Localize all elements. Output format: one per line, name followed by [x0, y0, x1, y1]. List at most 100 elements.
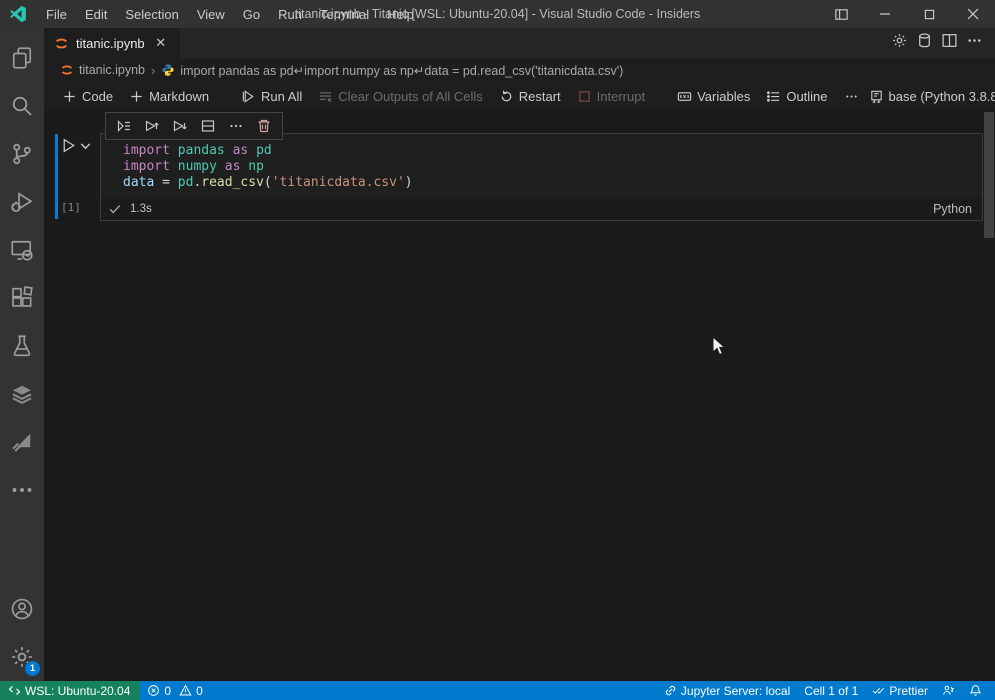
cell-status-bar: 1.3s Python	[101, 197, 982, 220]
editor-tab-bar: titanic.ipynb ✕	[44, 28, 995, 58]
variables-button[interactable]: Variables	[671, 86, 756, 107]
code-line[interactable]: import numpy as np	[123, 159, 982, 175]
mouse-cursor	[712, 336, 726, 356]
source-control-icon[interactable]	[0, 130, 44, 178]
run-all-button[interactable]: Run All	[235, 86, 308, 107]
formatter-label: Prettier	[889, 683, 928, 698]
vscode-insiders-logo-icon	[10, 5, 26, 23]
cell-hover-toolbar	[105, 112, 283, 140]
settings-gear-icon[interactable]: 1	[0, 633, 44, 681]
execute-above-cells-icon[interactable]	[140, 114, 164, 138]
explorer-icon[interactable]	[0, 34, 44, 82]
warnings-icon	[179, 684, 192, 696]
outline-button[interactable]: Outline	[760, 86, 833, 107]
feedback-icon[interactable]	[935, 681, 962, 700]
menu-run[interactable]: Run	[269, 3, 311, 26]
restart-kernel-button[interactable]: Restart	[493, 86, 567, 107]
problems-indicator[interactable]: 0 0	[140, 681, 209, 700]
maximize-button[interactable]	[907, 0, 951, 28]
run-cell-button[interactable]	[60, 137, 94, 154]
remote-label: WSL: Ubuntu-20.04	[25, 683, 131, 698]
restart-icon	[501, 90, 512, 101]
jupyter-server-indicator[interactable]: Jupyter Server: local	[657, 681, 797, 700]
breadcrumb: titanic.ipynb › import pandas as pd↵impo…	[44, 58, 995, 82]
menu-edit[interactable]: Edit	[76, 3, 116, 26]
menu-file[interactable]: File	[37, 3, 76, 26]
testing-icon[interactable]	[0, 322, 44, 370]
interrupt-kernel-button[interactable]: Interrupt	[571, 86, 651, 107]
cell-more-actions-icon[interactable]	[224, 114, 248, 138]
cell-position-label: Cell 1 of 1	[804, 683, 859, 698]
variables-label: Variables	[697, 88, 751, 104]
code-lines[interactable]: import pandas as pd import numpy as np dat…	[101, 134, 982, 197]
execute-cell-and-below-icon[interactable]	[168, 114, 192, 138]
more-views-icon[interactable]	[0, 466, 44, 514]
activity-bar: 1	[0, 28, 44, 681]
variables-icon	[677, 91, 692, 101]
menu-go[interactable]: Go	[234, 3, 269, 26]
split-editor-icon[interactable]	[941, 32, 958, 54]
errors-count: 0	[164, 683, 172, 698]
toolbar-more-actions-icon[interactable]	[838, 86, 865, 107]
menu-selection[interactable]: Selection	[116, 3, 187, 26]
menu-terminal[interactable]: Terminal	[311, 3, 378, 26]
jupyter-icon	[61, 65, 73, 75]
jupyter-icon	[56, 38, 67, 48]
run-options-chevron-icon[interactable]	[77, 137, 94, 154]
execution-duration: 1.3s	[130, 202, 152, 215]
notifications-bell-icon[interactable]	[962, 681, 989, 700]
tab-titanic-ipynb[interactable]: titanic.ipynb ✕	[44, 28, 180, 58]
notebook-settings-gear-icon[interactable]	[891, 32, 908, 54]
layers-icon[interactable]	[0, 370, 44, 418]
notebook-toolbar: Code Markdown Run All Clear Outputs of A…	[44, 82, 995, 110]
kernel-picker[interactable]: base (Python 3.8.8)	[869, 89, 995, 104]
clear-outputs-button[interactable]: Clear Outputs of All Cells	[312, 86, 489, 107]
double-check-icon	[872, 687, 885, 694]
interrupt-label: Interrupt	[596, 88, 646, 104]
delete-cell-icon[interactable]	[252, 114, 276, 138]
breadcrumb-cell-summary[interactable]: import pandas as pd↵import numpy as np↵d…	[180, 63, 623, 78]
clear-outputs-label: Clear Outputs of All Cells	[338, 88, 483, 104]
add-code-cell-button[interactable]: Code	[56, 86, 119, 107]
minimize-button[interactable]	[863, 0, 907, 28]
editor-more-actions-icon[interactable]	[966, 32, 983, 54]
run-debug-icon[interactable]	[0, 178, 44, 226]
send-arrow-icon[interactable]	[0, 418, 44, 466]
menu-help[interactable]: Help	[378, 3, 423, 26]
status-bar: WSL: Ubuntu-20.04 0 0 Jupyter Server: lo…	[0, 681, 995, 700]
split-cell-icon[interactable]	[196, 114, 220, 138]
extensions-icon[interactable]	[0, 274, 44, 322]
rollback-database-icon[interactable]	[916, 32, 933, 54]
add-markdown-cell-button[interactable]: Markdown	[123, 86, 215, 107]
run-all-icon	[242, 89, 254, 103]
formatter-indicator[interactable]: Prettier	[865, 681, 935, 700]
breadcrumb-file[interactable]: titanic.ipynb	[79, 63, 145, 77]
close-window-button[interactable]	[951, 0, 995, 28]
tab-close-icon[interactable]: ✕	[152, 34, 170, 52]
accounts-icon[interactable]	[0, 585, 44, 633]
restart-label: Restart	[518, 88, 561, 104]
code-cell[interactable]: import pandas as pd import numpy as np dat…	[100, 133, 983, 221]
search-icon[interactable]	[0, 82, 44, 130]
run-all-label: Run All	[261, 88, 303, 104]
customize-layout-icon[interactable]	[819, 0, 863, 28]
plus-icon	[64, 90, 75, 102]
add-code-label: Code	[82, 88, 114, 104]
cell-position-indicator[interactable]: Cell 1 of 1	[797, 681, 865, 700]
cell-language-picker[interactable]: Python	[933, 202, 972, 216]
menu-view[interactable]: View	[188, 3, 234, 26]
cell-focus-indicator[interactable]	[55, 134, 58, 219]
run-cell-icon	[63, 138, 76, 153]
code-line[interactable]: import pandas as pd	[123, 143, 982, 159]
outline-icon	[767, 90, 780, 102]
jupyter-server-label: Jupyter Server: local	[680, 683, 791, 698]
remote-indicator[interactable]: WSL: Ubuntu-20.04	[0, 681, 141, 700]
tab-label: titanic.ipynb	[76, 35, 145, 51]
remote-explorer-icon[interactable]	[0, 226, 44, 274]
code-line[interactable]: data = pd.read_csv('titanicdata.csv')	[123, 175, 982, 191]
breadcrumb-separator: ›	[151, 62, 156, 78]
vscode-window: File Edit Selection View Go Run Terminal…	[0, 0, 995, 700]
run-by-line-icon[interactable]	[112, 114, 136, 138]
editor-scrollbar[interactable]	[984, 112, 994, 238]
kernel-label: base (Python 3.8.8)	[888, 88, 995, 104]
